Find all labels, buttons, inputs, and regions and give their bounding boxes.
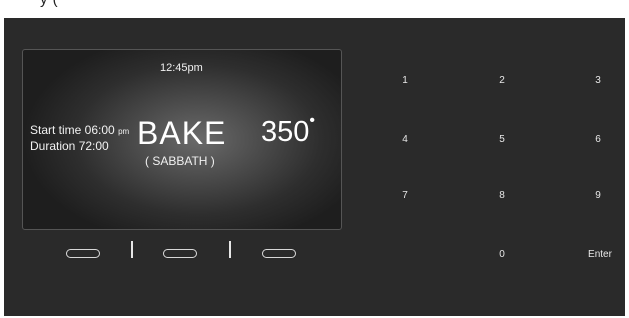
key-0-button[interactable]: 0 <box>482 249 522 260</box>
cooking-submode: ( SABBATH ) <box>145 154 215 168</box>
display-screen: 12:45pm Start time 06:00 pm Duration 72:… <box>22 49 342 230</box>
start-time-label: Start time 06:00 <box>30 123 115 137</box>
key-3-button[interactable]: 3 <box>578 75 618 86</box>
cooking-mode: BAKE <box>137 115 227 151</box>
clock: 12:45pm <box>160 62 203 74</box>
key-5-button[interactable]: 5 <box>482 134 522 145</box>
divider <box>131 241 133 258</box>
softkey-left-button[interactable] <box>66 249 100 258</box>
temperature: 350• <box>261 112 315 149</box>
duration: Duration 72:00 <box>30 139 109 153</box>
start-time-ampm: pm <box>118 127 130 136</box>
caption-strip: y ( <box>0 0 629 18</box>
key-6-button[interactable]: 6 <box>578 134 618 145</box>
key-1-button[interactable]: 1 <box>385 75 425 86</box>
degree-icon: • <box>309 112 315 129</box>
temperature-value: 350 <box>261 116 310 148</box>
key-7-button[interactable]: 7 <box>385 190 425 201</box>
softkey-center-button[interactable] <box>163 249 197 258</box>
start-time: Start time 06:00 pm <box>30 123 129 137</box>
softkey-right-button[interactable] <box>262 249 296 258</box>
key-4-button[interactable]: 4 <box>385 134 425 145</box>
key-9-button[interactable]: 9 <box>578 190 618 201</box>
caption-text: y ( <box>40 0 58 8</box>
enter-button[interactable]: Enter <box>580 249 620 260</box>
key-2-button[interactable]: 2 <box>482 75 522 86</box>
key-8-button[interactable]: 8 <box>482 190 522 201</box>
divider <box>229 241 231 258</box>
